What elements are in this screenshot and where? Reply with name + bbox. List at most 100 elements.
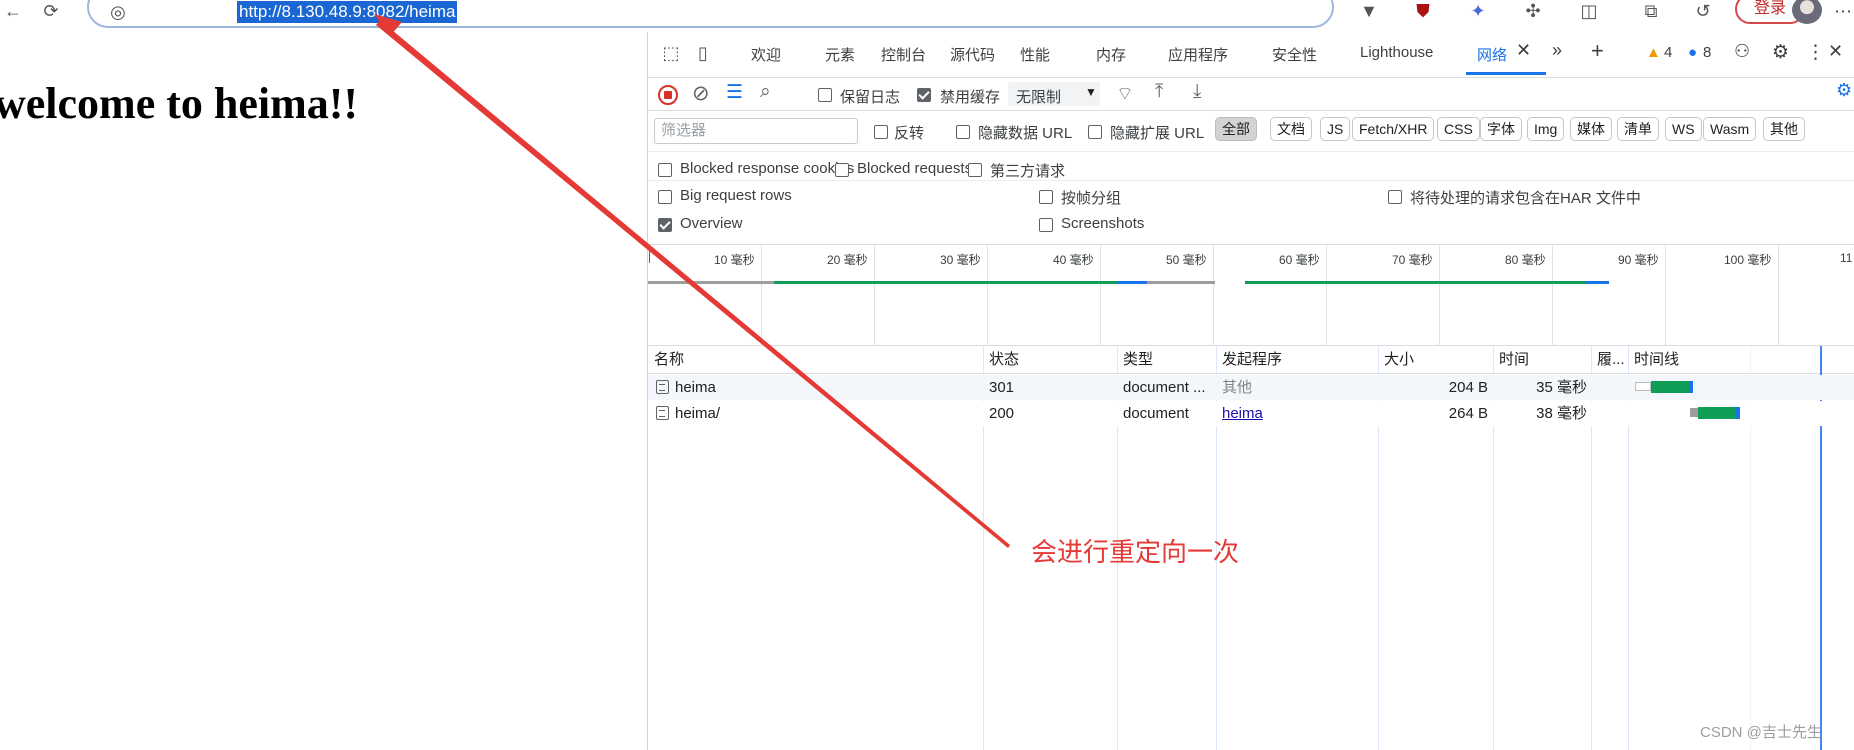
url-text[interactable]: http://8.130.48.9:8082/heima bbox=[237, 1, 458, 23]
tab-elements[interactable]: 元素 bbox=[825, 44, 855, 65]
har-pending-checkbox[interactable] bbox=[1388, 188, 1402, 205]
options-row-2 bbox=[648, 180, 1854, 244]
close-devtools-icon[interactable]: ✕ bbox=[1828, 41, 1843, 62]
close-tab-icon[interactable]: ✕ bbox=[1516, 40, 1531, 61]
initiator-link[interactable]: heima bbox=[1222, 402, 1263, 426]
browser-toolbar: ← ⟳ ◎ http://8.130.48.9:8082/heima ▼ ⛊ ✦… bbox=[0, 0, 1854, 32]
record-icon[interactable] bbox=[658, 85, 678, 105]
more-tabs-icon[interactable]: » bbox=[1552, 40, 1562, 61]
third-party-checkbox[interactable] bbox=[968, 161, 982, 178]
device-toolbar-icon[interactable]: ▯ bbox=[690, 42, 716, 64]
blocked-cookies-checkbox[interactable] bbox=[658, 161, 672, 178]
tab-application[interactable]: 应用程序 bbox=[1168, 44, 1228, 65]
col-fulfilled[interactable]: 履... bbox=[1597, 346, 1627, 374]
split-screen-icon[interactable]: ◫ bbox=[1576, 0, 1602, 22]
grid-line bbox=[987, 245, 988, 345]
overview-checkbox[interactable] bbox=[658, 216, 672, 233]
hide-ext-urls-checkbox[interactable] bbox=[1088, 123, 1102, 140]
tab-performance[interactable]: 性能 bbox=[1020, 44, 1050, 65]
overview-label: Overview bbox=[680, 215, 743, 232]
invert-checkbox[interactable] bbox=[874, 123, 888, 140]
filter-doc-chip[interactable]: 文档 bbox=[1270, 117, 1312, 141]
collections-icon[interactable]: ⧉ bbox=[1638, 0, 1664, 22]
network-conditions-icon[interactable]: ⌔ bbox=[1116, 82, 1134, 106]
active-tab-indicator bbox=[1466, 72, 1546, 75]
document-icon bbox=[656, 380, 669, 394]
import-har-icon[interactable]: ⤒ bbox=[1155, 81, 1163, 103]
grid-line bbox=[1100, 245, 1101, 345]
preserve-log-checkbox[interactable] bbox=[818, 86, 832, 103]
col-waterfall[interactable]: 时间线 bbox=[1634, 346, 1679, 374]
filter-ws-chip[interactable]: WS bbox=[1665, 117, 1702, 141]
request-name[interactable]: heima bbox=[656, 376, 716, 400]
warnings-count[interactable]: 4 bbox=[1664, 44, 1672, 61]
filter-media-chip[interactable]: 媒体 bbox=[1570, 117, 1612, 141]
tab-memory[interactable]: 内存 bbox=[1096, 44, 1126, 65]
filter-css-chip[interactable]: CSS bbox=[1437, 117, 1480, 141]
ublock-icon[interactable]: ⛊ bbox=[1410, 0, 1436, 22]
address-bar[interactable]: ◎ http://8.130.48.9:8082/heima bbox=[87, 0, 1334, 28]
filter-fetch-chip[interactable]: Fetch/XHR bbox=[1352, 117, 1435, 141]
more-icon[interactable]: ⋯ bbox=[1830, 0, 1854, 22]
reload-icon[interactable]: ⟳ bbox=[38, 0, 64, 22]
big-rows-label: Big request rows bbox=[680, 187, 792, 204]
inspect-icon[interactable]: ⬚ bbox=[658, 42, 684, 64]
page-viewport: welcome to heima!! bbox=[0, 32, 647, 750]
tab-network[interactable]: 网络 bbox=[1477, 44, 1507, 65]
search-icon[interactable]: ⌕ bbox=[760, 81, 771, 103]
overview-bar-waiting bbox=[648, 281, 774, 284]
col-initiator[interactable]: 发起程序 bbox=[1222, 346, 1282, 374]
col-status[interactable]: 状态 bbox=[989, 346, 1019, 374]
filter-js-chip[interactable]: JS bbox=[1320, 117, 1351, 141]
watermark: CSDN @吉士先生 bbox=[1700, 724, 1822, 741]
hide-data-urls-checkbox[interactable] bbox=[956, 123, 970, 140]
tick-label: 50 毫秒 bbox=[1166, 253, 1207, 267]
tab-lighthouse[interactable]: Lighthouse bbox=[1360, 44, 1433, 61]
back-icon[interactable]: ← bbox=[0, 0, 26, 22]
group-by-frame-checkbox[interactable] bbox=[1039, 188, 1053, 205]
tab-console[interactable]: 控制台 bbox=[881, 44, 926, 65]
tick-label: 100 毫秒 bbox=[1724, 253, 1772, 267]
settings-gear-icon[interactable]: ⚙ bbox=[1772, 41, 1789, 64]
history-icon[interactable]: ↺ bbox=[1690, 0, 1716, 22]
filter-all-chip[interactable]: 全部 bbox=[1215, 117, 1257, 141]
extension-v-icon[interactable]: ▼ bbox=[1356, 0, 1382, 22]
filter-font-chip[interactable]: 字体 bbox=[1480, 117, 1522, 141]
screenshots-checkbox[interactable] bbox=[1039, 216, 1053, 233]
col-size[interactable]: 大小 bbox=[1384, 346, 1414, 374]
filter-img-chip[interactable]: Img bbox=[1527, 117, 1565, 141]
clear-icon[interactable]: ⊘ bbox=[692, 81, 710, 106]
filter-manifest-chip[interactable]: 清单 bbox=[1617, 117, 1659, 141]
customize-icon[interactable]: ⚇ bbox=[1734, 41, 1750, 62]
col-time[interactable]: 时间 bbox=[1499, 346, 1529, 374]
tab-sources[interactable]: 源代码 bbox=[950, 44, 995, 65]
message-icon[interactable]: ● bbox=[1688, 44, 1697, 61]
extensions-icon[interactable]: ✣ bbox=[1520, 0, 1546, 22]
request-type: document ... bbox=[1123, 379, 1206, 396]
waterfall-download bbox=[1689, 381, 1693, 393]
warning-icon[interactable]: ▲ bbox=[1646, 44, 1661, 61]
avatar[interactable] bbox=[1792, 0, 1822, 24]
add-tab-icon[interactable]: + bbox=[1591, 38, 1604, 64]
request-name-text: heima bbox=[675, 379, 716, 396]
export-har-icon[interactable]: ⤓ bbox=[1193, 81, 1201, 103]
grid-line bbox=[761, 245, 762, 345]
kebab-menu-icon[interactable]: ⋮ bbox=[1806, 41, 1825, 64]
col-name[interactable]: 名称 bbox=[654, 346, 684, 374]
col-type[interactable]: 类型 bbox=[1123, 346, 1153, 374]
filter-other-chip[interactable]: 其他 bbox=[1763, 117, 1805, 141]
request-name[interactable]: heima/ bbox=[656, 402, 720, 426]
tab-security[interactable]: 安全性 bbox=[1272, 44, 1317, 65]
filter-wasm-chip[interactable]: Wasm bbox=[1703, 117, 1757, 141]
filter-toggle-icon[interactable]: ☰ bbox=[726, 81, 743, 104]
messages-count[interactable]: 8 bbox=[1703, 44, 1711, 61]
blocked-requests-checkbox[interactable] bbox=[835, 161, 849, 178]
disable-cache-checkbox[interactable] bbox=[917, 86, 931, 103]
network-settings-icon[interactable]: ⚙ bbox=[1836, 80, 1852, 101]
filter-input[interactable]: 筛选器 bbox=[654, 118, 858, 144]
request-time: 38 毫秒 bbox=[1536, 405, 1587, 422]
tick-label: 40 毫秒 bbox=[1053, 253, 1094, 267]
extension-bird-icon[interactable]: ✦ bbox=[1465, 0, 1491, 22]
big-rows-checkbox[interactable] bbox=[658, 188, 672, 205]
tab-welcome[interactable]: 欢迎 bbox=[751, 44, 781, 65]
